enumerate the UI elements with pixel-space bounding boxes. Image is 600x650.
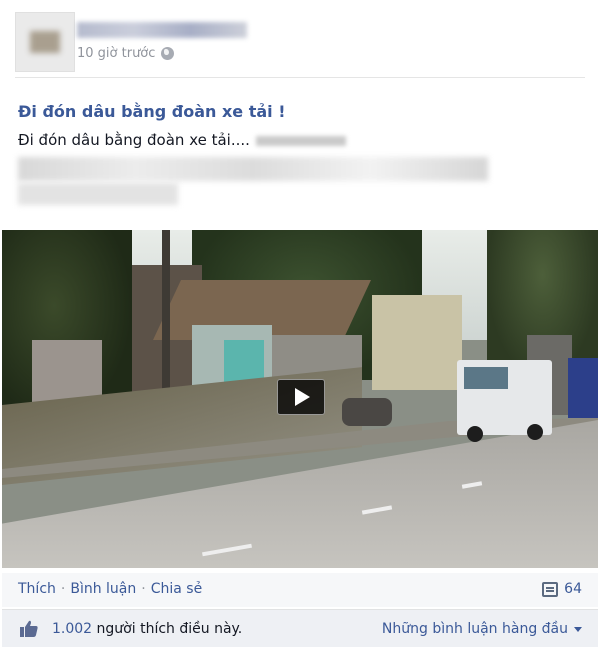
action-bar: Thích · Bình luận · Chia sẻ 64 <box>2 573 598 607</box>
separator-dot: · <box>141 581 146 597</box>
link-title[interactable]: Đi đón dâu bằng đoàn xe tải ! <box>18 102 285 121</box>
video-scene-truck <box>568 358 598 418</box>
globe-icon[interactable] <box>161 47 175 60</box>
share-link[interactable]: Chia sẻ <box>151 581 202 597</box>
video-scene-house <box>372 295 462 390</box>
like-link[interactable]: Thích <box>18 581 56 597</box>
blurred-url-line2 <box>18 183 178 205</box>
video-scene-truck-wheel <box>467 426 483 442</box>
likes-summary: 1.002 người thích điều này. <box>52 621 242 637</box>
likes-bar: 1.002 người thích điều này. Những bình l… <box>2 609 598 647</box>
play-button[interactable] <box>277 379 325 415</box>
video-scene-truck-wheel <box>527 424 543 440</box>
thumbs-up-icon <box>20 620 38 637</box>
comment-link[interactable]: Bình luận <box>70 581 136 597</box>
blurred-url <box>18 157 488 181</box>
link-description: Đi đón dâu bằng đoàn xe tải.... <box>18 131 346 149</box>
top-comments-dropdown[interactable]: Những bình luận hàng đầu <box>382 621 582 637</box>
separator-dot: · <box>60 581 66 597</box>
post-timestamp[interactable]: 10 giờ trước <box>77 46 155 61</box>
blurred-text <box>255 135 346 146</box>
video-scene-motorbikes <box>342 398 392 426</box>
post-meta: 10 giờ trước <box>77 46 175 61</box>
play-icon <box>295 388 310 406</box>
post-header: 10 giờ trước <box>15 12 585 72</box>
video-scene-truck-window <box>464 367 508 389</box>
author-name-blurred[interactable] <box>77 22 247 38</box>
caret-down-icon <box>574 626 582 632</box>
comment-count[interactable]: 64 <box>542 581 582 597</box>
top-comments-label: Những bình luận hàng đầu <box>381 621 568 637</box>
likes-count[interactable]: 1.002 <box>52 621 92 637</box>
action-links: Thích · Bình luận · Chia sẻ <box>18 581 202 597</box>
link-description-text: Đi đón dâu bằng đoàn xe tải.... <box>18 131 250 149</box>
video-player[interactable] <box>2 230 598 568</box>
likes-text: người thích điều này. <box>96 621 243 637</box>
comment-count-value: 64 <box>564 581 582 597</box>
avatar[interactable] <box>15 12 75 72</box>
comment-icon <box>542 581 559 597</box>
divider <box>15 77 585 78</box>
